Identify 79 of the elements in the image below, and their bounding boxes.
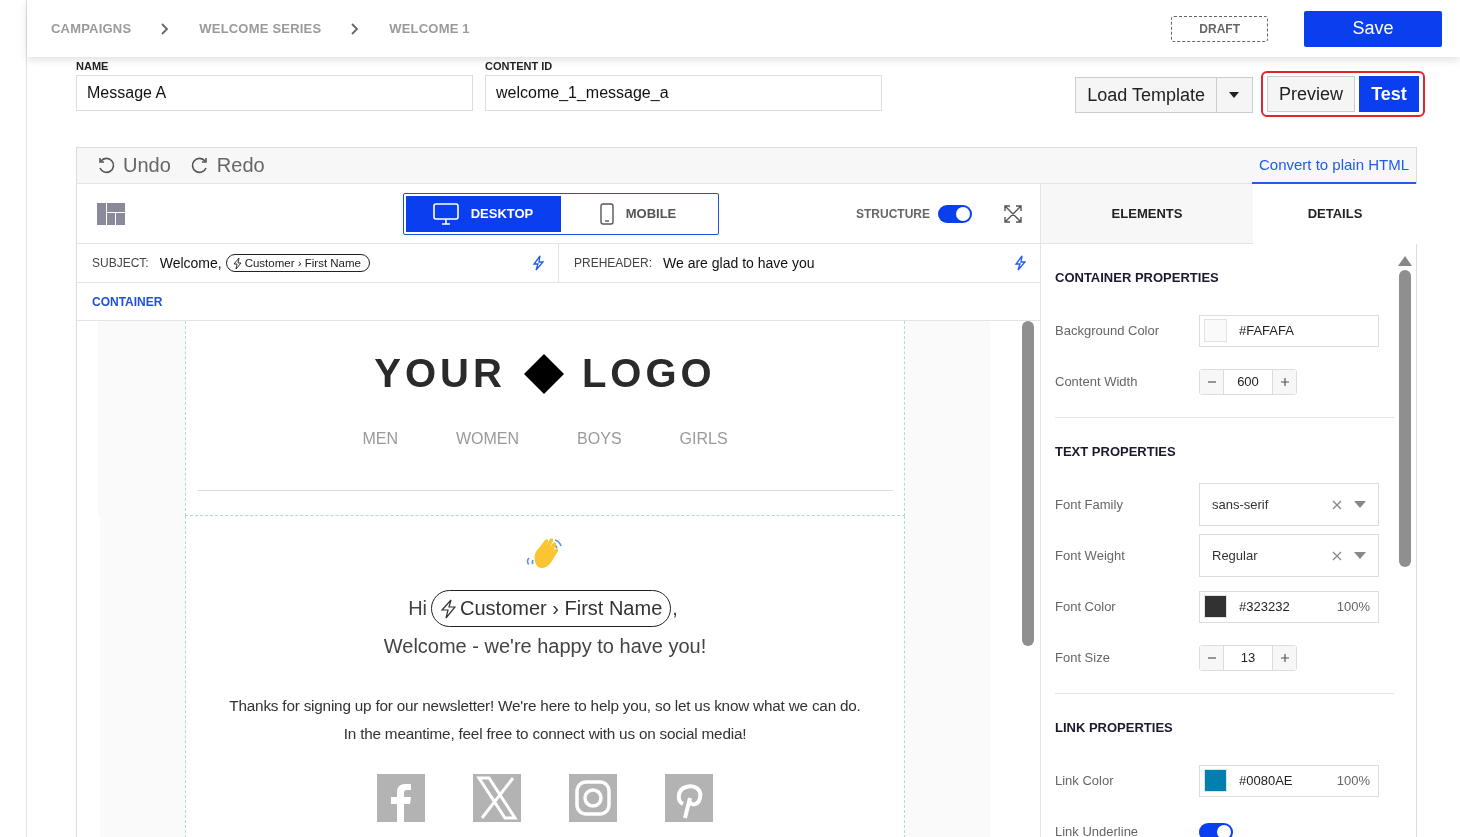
chevron-icon [351, 22, 360, 35]
minus-icon [1207, 656, 1216, 659]
section-title: TEXT PROPERTIES [1055, 444, 1177, 459]
selection-breadcrumb[interactable]: CONTAINER [92, 294, 163, 309]
lightning-icon[interactable] [532, 255, 544, 271]
undo-button[interactable]: Undo [97, 154, 171, 177]
section-title: LINK PROPERTIES [1055, 720, 1174, 735]
redo-icon [190, 156, 209, 175]
comma-text: , [672, 597, 678, 620]
panel-tab[interactable]: ELEMENTS [1041, 184, 1253, 244]
structure-toggle[interactable] [938, 204, 972, 223]
property-label: Font Weight [1055, 548, 1126, 563]
scrollbar[interactable] [1022, 321, 1034, 646]
pinterest-icon[interactable] [665, 774, 713, 822]
property-label: Background Color [1055, 323, 1161, 338]
view-mode-tab[interactable]: DESKTOP [405, 195, 561, 232]
instagram-icon[interactable] [569, 774, 617, 822]
plus-icon [1280, 653, 1289, 662]
decrement-button[interactable] [1200, 645, 1223, 670]
property-label: Link Color [1055, 773, 1115, 788]
subject-text: Welcome, [159, 255, 222, 271]
structure-label: STRUCTURE [856, 206, 930, 221]
select-field[interactable]: Regular [1199, 534, 1379, 577]
welcome-heading: Welcome - we're happy to have you! [383, 635, 707, 658]
lightning-icon[interactable] [1014, 255, 1026, 271]
save-button[interactable]: Save [1304, 10, 1442, 47]
caret-icon [1354, 552, 1366, 559]
caret-icon [1354, 501, 1366, 508]
lightning-icon [232, 257, 242, 269]
color-swatch[interactable] [1204, 319, 1227, 342]
logo: YOUR LOGO [374, 351, 716, 396]
x-icon[interactable] [473, 774, 521, 822]
input-field[interactable]: Message A [76, 75, 473, 111]
scroll-up-icon[interactable] [1398, 256, 1412, 266]
increment-button[interactable] [1273, 369, 1296, 394]
monitor-icon [432, 202, 459, 225]
increment-button[interactable] [1273, 645, 1296, 670]
layout-icon[interactable] [97, 202, 125, 225]
phone-icon [599, 202, 614, 225]
property-label: Link Underline [1055, 824, 1140, 837]
property-label: Content Width [1055, 374, 1139, 389]
scrollbar[interactable] [1399, 270, 1411, 567]
load-template-button[interactable]: Load Template [1075, 77, 1217, 113]
clear-icon[interactable] [1332, 550, 1342, 561]
caret-icon [1229, 92, 1240, 98]
lightning-icon [440, 598, 457, 619]
preview-button[interactable]: Preview [1266, 76, 1355, 112]
redo-button[interactable]: Redo [190, 154, 265, 177]
select-field[interactable]: sans-serif [1199, 483, 1379, 526]
decrement-button[interactable] [1200, 369, 1223, 394]
color-field[interactable]: #323232 100% [1199, 590, 1379, 623]
status-badge: DRAFT [1171, 15, 1268, 42]
clear-icon[interactable] [1332, 499, 1342, 510]
undo-icon [97, 156, 115, 175]
property-label: Font Color [1055, 599, 1117, 614]
property-label: Font Family [1055, 497, 1124, 512]
plus-icon [1280, 377, 1289, 386]
body-text: Thanks for signing up for our newsletter! We're here to help you, so let us know what we can do. [229, 696, 861, 716]
section-title: CONTAINER PROPERTIES [1055, 270, 1220, 285]
body-text: In the meantime, feel free to connect with us on social media! [342, 724, 748, 744]
property-label: Font Size [1055, 650, 1111, 665]
greeting-text: Hi [408, 597, 428, 620]
color-field[interactable]: #0080AE 100% [1199, 764, 1379, 797]
field-label: CONTENT ID [485, 61, 554, 72]
test-button[interactable]: Test [1359, 76, 1419, 112]
subject-label: SUBJECT: [92, 256, 149, 270]
input-field[interactable]: welcome_1_message_a [485, 75, 882, 111]
color-swatch[interactable] [1204, 595, 1227, 618]
preheader-text: We are glad to have you [663, 255, 815, 271]
color-swatch[interactable] [1204, 769, 1227, 792]
facebook-icon[interactable] [377, 774, 425, 822]
color-field[interactable]: #FAFAFA [1199, 314, 1379, 347]
dropdown-button[interactable] [1216, 77, 1253, 113]
underline-toggle[interactable] [1199, 822, 1233, 837]
chevron-icon [161, 22, 170, 35]
preheader-label: PREHEADER: [574, 256, 653, 270]
expand-icon[interactable] [1004, 204, 1022, 223]
field-label: NAME [76, 61, 110, 72]
minus-icon [1207, 380, 1216, 383]
